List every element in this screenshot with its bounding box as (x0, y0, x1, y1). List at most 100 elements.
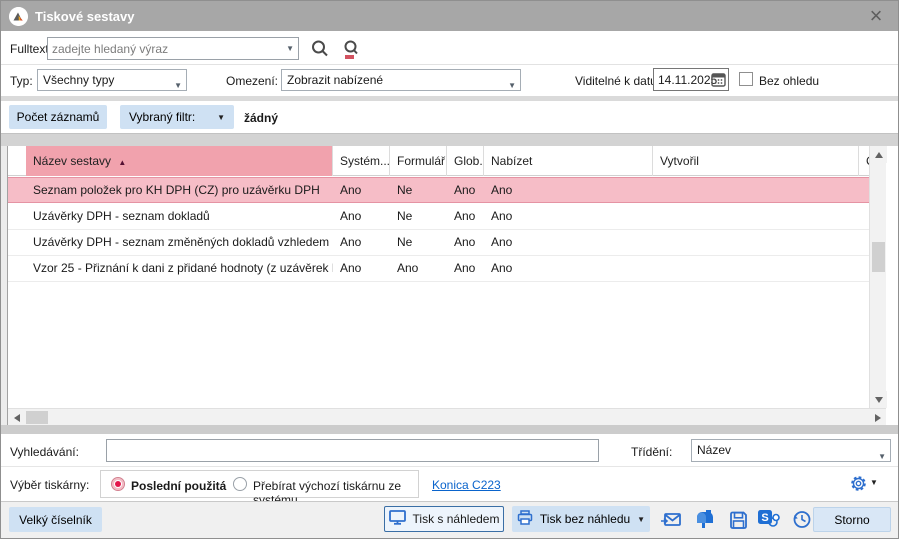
gear-icon[interactable] (847, 472, 869, 494)
separator (1, 466, 899, 467)
trideni-select[interactable]: Název ▼ (691, 439, 891, 462)
monitor-icon (389, 510, 406, 528)
app-logo-icon (9, 7, 28, 26)
column-header-nabizet[interactable]: Nabízet (484, 146, 653, 176)
cell-vytvoril (653, 204, 859, 230)
gear-caret-icon[interactable]: ▼ (870, 478, 878, 487)
table-header: Název sestavy ▲ Systém... Formulář Glob.… (8, 146, 869, 176)
date-field[interactable]: 14.11.2025 (653, 68, 729, 91)
scroll-up-icon[interactable] (870, 146, 887, 163)
cell-glob: Ano (447, 204, 484, 230)
column-header-clipped[interactable]: C (859, 146, 869, 176)
vybrany-filtr-label: Vybraný filtr: (129, 110, 195, 124)
tisk-bez-nahledu-button[interactable]: Tisk bez náhledu ▼ (512, 506, 650, 532)
column-header-vytvoril[interactable]: Vytvořil (653, 146, 859, 176)
cell-nazev: Vzor 25 - Přiznání k dani z přidané hodn… (26, 256, 333, 282)
bez-ohledu-checkbox[interactable] (739, 72, 753, 86)
cell-formular: Ne (390, 230, 447, 256)
cell-glob: Ano (447, 230, 484, 256)
radio-posledni-pouzita-label: Poslední použitá (131, 479, 226, 493)
viditelne-label: Viditelné k datu: (575, 74, 660, 88)
tisk-s-nahledem-button[interactable]: Tisk s náhledem (384, 506, 504, 532)
column-header-nazev[interactable]: Název sestavy ▲ (26, 146, 333, 176)
cell-glob: Ano (447, 178, 484, 204)
cell-vytvoril (653, 178, 859, 204)
typ-caret-icon: ▼ (174, 76, 182, 91)
cell-vytvoril (653, 256, 859, 282)
scroll-right-icon[interactable] (869, 409, 886, 426)
history-icon[interactable] (789, 507, 813, 531)
vertical-scrollbar[interactable] (869, 146, 886, 408)
vybrany-filtr-caret-icon: ▼ (217, 113, 225, 122)
scroll-down-icon[interactable] (870, 391, 887, 408)
column-header-nabizet-label: Nabízet (491, 154, 532, 168)
vyhledavani-label: Vyhledávání: (10, 445, 79, 459)
fulltext-label: Fulltext (10, 42, 49, 56)
section-band (1, 425, 899, 434)
cell-nabizet: Ano (484, 204, 653, 230)
mailbox-icon[interactable] (692, 507, 716, 531)
table-row[interactable]: Vzor 25 - Přiznání k dani z přidané hodn… (8, 256, 869, 282)
cell-nazev: Seznam položek pro KH DPH (CZ) pro uzávě… (26, 178, 333, 204)
scroll-left-icon[interactable] (8, 409, 25, 426)
vertical-scroll-thumb[interactable] (872, 242, 885, 272)
close-icon[interactable]: × (864, 4, 888, 28)
column-header-nazev-label: Název sestavy (33, 154, 111, 168)
table-row[interactable]: Uzávěrky DPH - seznam dokladů Ano Ne Ano… (8, 204, 869, 230)
cell-nazev: Uzávěrky DPH - seznam dokladů (26, 204, 333, 230)
column-header-vytvoril-label: Vytvořil (660, 154, 699, 168)
omezeni-select[interactable]: Zobrazit nabízené ▼ (281, 69, 521, 91)
calendar-icon[interactable] (711, 72, 726, 90)
column-header-system[interactable]: Systém... (333, 146, 390, 176)
typ-select[interactable]: Všechny typy ▼ (37, 69, 187, 91)
column-header-glob[interactable]: Glob... (447, 146, 484, 176)
tisk-bez-nahledu-caret-icon: ▼ (637, 515, 645, 524)
tisk-bez-nahledu-label: Tisk bez náhledu (540, 512, 630, 526)
section-band (1, 133, 899, 146)
vybrany-filtr-value: žádný (244, 111, 278, 125)
typ-label: Typ: (10, 74, 33, 88)
cell-formular: Ne (390, 178, 447, 204)
cell-nabizet: Ano (484, 178, 653, 204)
table-gutter (1, 146, 8, 425)
horizontal-scroll-thumb[interactable] (26, 411, 48, 424)
typ-value: Všechny typy (43, 73, 114, 87)
cell-formular: Ano (390, 256, 447, 282)
section-band (1, 96, 899, 101)
bez-ohledu-label: Bez ohledu (759, 74, 819, 88)
vyhledavani-input[interactable] (106, 439, 599, 462)
sort-asc-icon: ▲ (118, 158, 126, 167)
fulltext-combo[interactable]: ▼ (47, 37, 299, 60)
table-row[interactable]: Uzávěrky DPH - seznam změněných dokladů … (8, 230, 869, 256)
horizontal-scrollbar[interactable] (8, 408, 886, 425)
pocet-zaznamu-button[interactable]: Počet záznamů (9, 105, 107, 129)
column-header-formular[interactable]: Formulář (390, 146, 447, 176)
send-email-icon[interactable] (659, 508, 683, 532)
cell-glob: Ano (447, 256, 484, 282)
date-value: 14.11.2025 (658, 73, 717, 87)
s3-export-icon[interactable]: S (756, 507, 780, 531)
table-row[interactable]: Seznam položek pro KH DPH (CZ) pro uzávě… (8, 177, 869, 203)
search-advanced-icon[interactable] (339, 37, 363, 61)
search-icon[interactable] (308, 37, 332, 61)
fulltext-input[interactable] (47, 37, 299, 60)
radio-prebirat-vychozi[interactable] (233, 477, 247, 491)
storno-button[interactable]: Storno (813, 507, 891, 532)
fulltext-caret-icon[interactable]: ▼ (286, 44, 294, 53)
trideni-caret-icon: ▼ (878, 447, 886, 462)
cell-system: Ano (333, 230, 390, 256)
save-icon[interactable] (726, 508, 750, 532)
omezeni-label: Omezení: (226, 74, 278, 88)
printer-radio-group: Poslední použitá Přebírat výchozí tiskár… (100, 470, 419, 498)
cell-formular: Ne (390, 204, 447, 230)
printer-icon (517, 510, 533, 528)
column-header-glob-label: Glob... (454, 154, 484, 168)
vyber-tiskarny-label: Výběr tiskárny: (10, 478, 89, 492)
velky-ciselnik-button[interactable]: Velký číselník (9, 507, 102, 532)
printer-link[interactable]: Konica C223 (432, 478, 501, 492)
vybrany-filtr-button[interactable]: Vybraný filtr: ▼ (120, 105, 234, 129)
trideni-value: Název (697, 443, 731, 457)
cell-vytvoril (653, 230, 859, 256)
cell-nazev: Uzávěrky DPH - seznam změněných dokladů … (26, 230, 333, 256)
radio-posledni-pouzita[interactable] (111, 477, 125, 491)
